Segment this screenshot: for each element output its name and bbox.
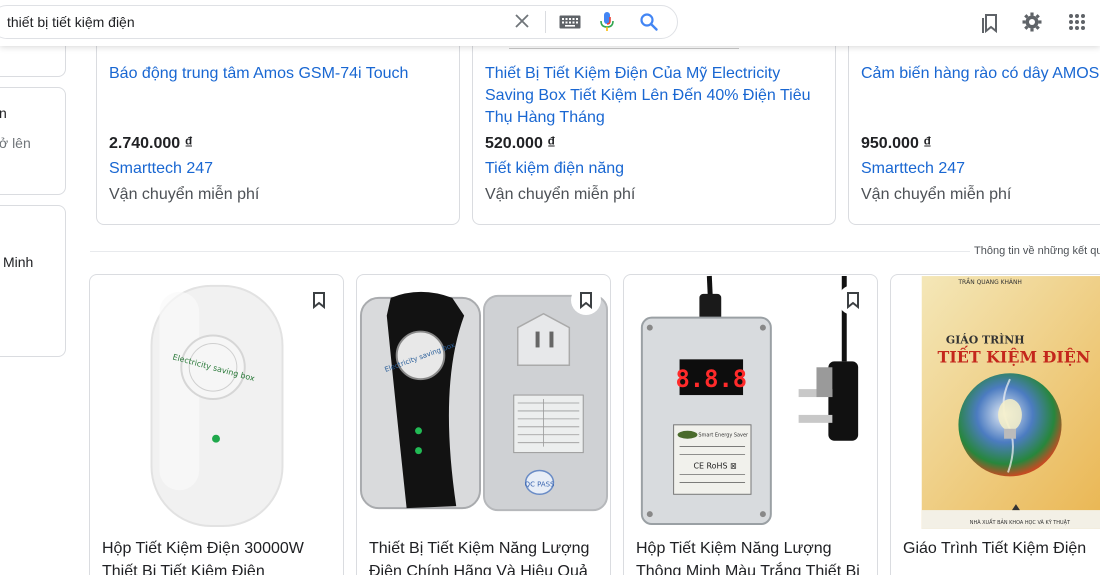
filter-label: ở lên — [0, 135, 31, 151]
product-image: Electricity saving box — [150, 284, 284, 528]
product-title[interactable]: Hộp Tiết Kiệm Năng Lượng Thông Minh Màu … — [636, 537, 871, 575]
product-card[interactable]: Cảm biến hàng rào có dây AMOS 950.000 ₫ … — [848, 30, 1100, 225]
book-author: TRẦN QUANG KHÁNH — [957, 278, 1021, 286]
product-image: Electricity saving box QC PASS — [359, 291, 609, 512]
product-title[interactable]: Thiết Bị Tiết Kiệm Năng Lượng Điện Chính… — [369, 537, 604, 575]
product-title[interactable]: Thiết Bị Tiết Kiệm Điện Của Mỹ Electrici… — [485, 63, 815, 129]
section-divider — [90, 251, 970, 252]
keyboard-icon[interactable] — [557, 12, 583, 32]
filter-card[interactable]: n ở lên — [0, 87, 66, 195]
book-title-line1: GIÁO TRÌNH — [946, 332, 1025, 346]
product-image: TRẦN QUANG KHÁNH GIÁO TRÌNH TIẾT KIỆM ĐI… — [921, 276, 1100, 529]
close-icon[interactable] — [511, 10, 533, 32]
book-publisher: NHÀ XUẤT BẢN KHOA HỌC VÀ KỸ THUẬT — [970, 518, 1071, 526]
product-card[interactable]: Electricity saving box QC PASS Thiết Bị … — [356, 274, 611, 575]
product-price: 520.000 ₫ — [485, 135, 556, 152]
product-image: 8.8.8 Smart Energy Saver CE RoHS ⊠ — [640, 275, 859, 526]
microphone-icon[interactable] — [596, 9, 618, 35]
product-card[interactable]: TRẦN QUANG KHÁNH GIÁO TRÌNH TIẾT KIỆM ĐI… — [890, 274, 1100, 575]
results-info-link[interactable]: Thông tin về những kết quả — [974, 245, 1100, 257]
meter-label: Smart Energy Saver — [698, 433, 749, 439]
save-product-button[interactable] — [571, 285, 601, 315]
store-name[interactable]: Smarttech 247 — [861, 160, 965, 178]
shipping-info: Vận chuyển miễn phí — [861, 186, 1012, 203]
shipping-info: Vận chuyển miễn phí — [109, 186, 260, 203]
bookmark-icon[interactable] — [978, 9, 1004, 37]
meter-display: 8.8.8 — [675, 365, 747, 393]
gear-icon[interactable] — [1018, 8, 1046, 36]
apps-grid-icon[interactable] — [1064, 9, 1090, 35]
svg-text:CE RoHS ⊠: CE RoHS ⊠ — [693, 461, 736, 470]
book-title-line2: TIẾT KIỆM ĐIỆN — [938, 344, 1091, 366]
product-title[interactable]: Hộp Tiết Kiệm Điện 30000W Thiết Bị Tiết … — [102, 537, 327, 575]
filter-card[interactable]: Minh — [0, 205, 66, 357]
search-input[interactable]: thiết bị tiết kiệm điện — [7, 14, 135, 30]
store-name[interactable]: Smarttech 247 — [109, 160, 213, 178]
store-name[interactable]: Tiết kiệm điện năng — [485, 160, 624, 178]
filter-label: n — [0, 105, 7, 121]
search-results-page: thiết bị tiết kiệm điện n ở lên Minh Báo… — [0, 0, 1100, 575]
product-title[interactable]: Cảm biến hàng rào có dây AMOS — [861, 63, 1100, 85]
product-title[interactable]: Giáo Trình Tiết Kiệm Điện — [903, 537, 1100, 560]
product-card[interactable]: Electricity saving box Hộp Tiết Kiệm Điệ… — [89, 274, 344, 575]
product-card[interactable]: Thiết Bị Tiết Kiệm Điện Của Mỹ Electrici… — [472, 30, 836, 225]
save-product-button[interactable] — [838, 285, 868, 315]
product-title[interactable]: Báo động trung tâm Amos GSM-74i Touch — [109, 63, 449, 85]
product-price: 2.740.000 ₫ — [109, 135, 193, 152]
top-bar: thiết bị tiết kiệm điện — [0, 0, 1100, 46]
product-price: 950.000 ₫ — [861, 135, 932, 152]
filter-label: Minh — [3, 254, 34, 270]
product-card[interactable]: 8.8.8 Smart Energy Saver CE RoHS ⊠ Hộp T… — [623, 274, 878, 575]
shipping-info: Vận chuyển miễn phí — [485, 186, 636, 203]
save-product-button[interactable] — [304, 285, 334, 315]
qc-label: QC PASS — [525, 480, 555, 488]
product-card[interactable]: Báo động trung tâm Amos GSM-74i Touch 2.… — [96, 30, 460, 225]
divider — [545, 11, 546, 33]
search-icon[interactable] — [636, 9, 662, 35]
